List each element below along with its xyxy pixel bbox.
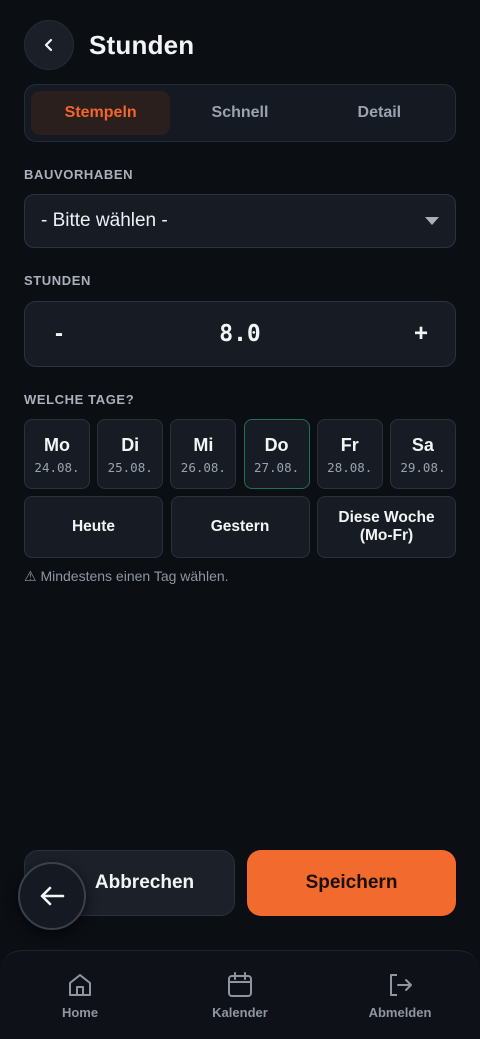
day-date: 27.08. <box>253 459 300 475</box>
day-picker: Mo 24.08. Di 25.08. Mi 26.08. Do 27.08. … <box>24 419 456 489</box>
day-di[interactable]: Di 25.08. <box>97 419 164 489</box>
day-name: Fr <box>340 434 359 455</box>
day-mo[interactable]: Mo 24.08. <box>24 419 90 489</box>
day-sa[interactable]: Sa 29.08. <box>389 419 456 489</box>
yesterday-button[interactable]: Gestern <box>170 496 310 558</box>
today-button[interactable]: Heute <box>24 496 163 558</box>
project-select[interactable]: - Bitte wählen - <box>24 194 456 248</box>
day-name: Do <box>264 434 289 455</box>
day-date: 28.08. <box>327 459 373 475</box>
days-label: WELCHE TAGE? <box>24 392 135 407</box>
nav-logout[interactable]: Abmelden <box>340 971 460 1020</box>
tab-stempeln[interactable]: Stempeln <box>31 91 171 135</box>
hours-entry-screen: Stunden Stempeln Schnell Detail BAUVORHA… <box>0 0 480 1039</box>
nav-label: Kalender <box>212 1005 268 1020</box>
nav-label: Home <box>61 1005 99 1020</box>
logout-icon <box>390 974 412 996</box>
day-name: Mi <box>193 434 214 455</box>
day-do[interactable]: Do 27.08. <box>243 419 310 489</box>
project-select-value: - Bitte wählen - <box>41 210 168 231</box>
day-date: 24.08. <box>34 459 80 475</box>
nav-calendar[interactable]: Kalender <box>180 971 300 1020</box>
day-name: Sa <box>411 434 434 455</box>
hours-value: 8.0 <box>219 321 261 347</box>
day-mi[interactable]: Mi 26.08. <box>170 419 237 489</box>
mode-tabs: Stempeln Schnell Detail <box>24 84 456 142</box>
hours-stepper: - 8.0 + <box>24 301 456 367</box>
home-icon <box>69 974 91 996</box>
day-date: 25.08. <box>107 459 153 475</box>
day-date: 29.08. <box>400 459 446 475</box>
day-name: Mo <box>44 434 70 455</box>
day-date: 26.08. <box>180 459 226 475</box>
decrement-button[interactable]: - <box>47 320 71 348</box>
validation-hint: ⚠ Mindestens einen Tag wählen. <box>24 568 229 584</box>
arrow-left-icon <box>40 886 65 906</box>
day-fr[interactable]: Fr 28.08. <box>316 419 383 489</box>
nav-home[interactable]: Home <box>20 971 140 1020</box>
back-button[interactable] <box>24 20 74 70</box>
bottom-nav: Home Kalender Abmelden <box>0 950 480 1039</box>
page-title: Stunden <box>89 29 195 60</box>
quick-day-buttons: Heute Gestern Diese Woche (Mo-Fr) <box>24 496 456 558</box>
save-button[interactable]: Speichern <box>247 850 456 916</box>
day-name: Di <box>121 434 140 455</box>
increment-button[interactable]: + <box>409 320 433 348</box>
project-label: BAUVORHABEN <box>24 167 134 182</box>
this-week-button[interactable]: Diese Woche (Mo-Fr) <box>317 496 456 558</box>
caret-down-icon <box>425 217 439 225</box>
calendar-icon <box>228 972 252 997</box>
chevron-left-icon <box>44 38 53 52</box>
hours-label: STUNDEN <box>24 273 92 288</box>
header: Stunden <box>24 20 194 70</box>
tab-schnell[interactable]: Schnell <box>170 91 309 135</box>
nav-label: Abmelden <box>368 1005 432 1020</box>
tab-detail[interactable]: Detail <box>310 91 449 135</box>
floating-back-button[interactable] <box>18 862 86 930</box>
